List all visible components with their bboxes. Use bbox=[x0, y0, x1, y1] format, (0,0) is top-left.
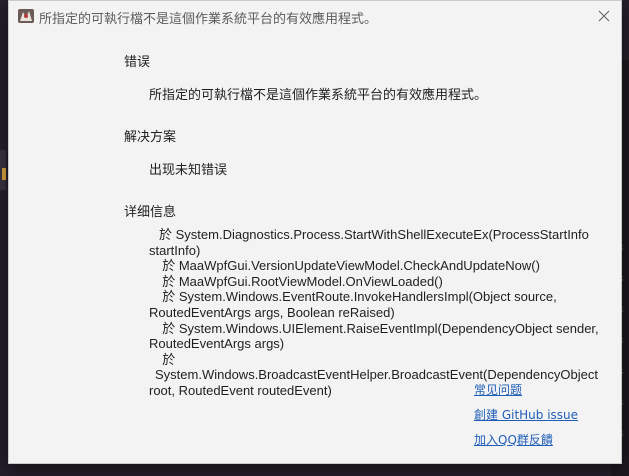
stack-trace-line: RoutedEventArgs args) bbox=[149, 336, 285, 352]
stack-trace-line: startInfo) bbox=[149, 242, 201, 258]
background-left-accent bbox=[2, 168, 6, 180]
stack-trace: 於 System.Diagnostics.Process.StartWithSh… bbox=[149, 227, 609, 399]
close-button[interactable] bbox=[593, 5, 615, 27]
github-issue-link[interactable]: 創建 GitHub issue bbox=[474, 406, 578, 423]
window-title: 所指定的可執行檔不是這個作業系統平台的有效應用程式。 bbox=[39, 12, 378, 27]
stack-trace-line: 於 System.Windows.UIElement.RaiseEventImp… bbox=[155, 320, 599, 336]
stack-trace-line: 於 MaaWpfGui.RootViewModel.OnViewLoaded() bbox=[155, 273, 443, 289]
error-dialog: 所指定的可執行檔不是這個作業系統平台的有效應用程式。 错误 所指定的可執行檔不是… bbox=[8, 0, 622, 464]
solution-message: 出现未知错误 bbox=[149, 163, 228, 178]
solution-heading: 解决方案 bbox=[124, 130, 177, 145]
faq-link[interactable]: 常见问题 bbox=[474, 381, 522, 398]
stack-trace-line: root, RoutedEvent routedEvent) bbox=[149, 382, 332, 398]
stack-trace-line: 於 MaaWpfGui.VersionUpdateViewModel.Check… bbox=[155, 258, 540, 274]
error-heading: 错误 bbox=[124, 55, 151, 70]
title-bar[interactable]: 所指定的可執行檔不是這個作業系統平台的有效應用程式。 bbox=[9, 1, 621, 31]
app-logo-icon bbox=[17, 7, 35, 25]
stack-trace-line: RoutedEventArgs args, Boolean reRaised) bbox=[149, 304, 395, 320]
stack-trace-line: 於 System.Windows.BroadcastEventHelper.Br… bbox=[155, 351, 598, 383]
qq-feedback-link[interactable]: 加入QQ群反饋 bbox=[474, 431, 553, 448]
details-heading: 详细信息 bbox=[124, 205, 177, 220]
stack-trace-line: 於 System.Windows.EventRoute.InvokeHandle… bbox=[155, 289, 557, 305]
stack-trace-line: 於 System.Diagnostics.Process.StartWithSh… bbox=[159, 227, 589, 242]
close-icon bbox=[598, 10, 610, 22]
error-message: 所指定的可執行檔不是這個作業系統平台的有效應用程式。 bbox=[149, 88, 488, 103]
